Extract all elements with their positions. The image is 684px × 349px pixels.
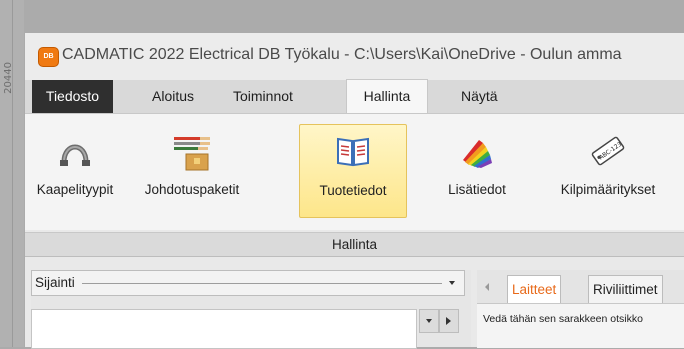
color-palette-icon [463,140,492,168]
arrow-right-icon [446,317,451,325]
title-bar: DB CADMATIC 2022 Electrical DB Työkalu -… [25,33,684,80]
window-title: CADMATIC 2022 Electrical DB Työkalu - C:… [62,46,622,63]
ribbon-button-kaapelityypit[interactable]: Kaapelityypit [25,124,125,216]
dropdown-divider [82,283,442,284]
group-by-hint: Vedä tähän sen sarakkeen otsikko [477,303,684,348]
side-ruler: 20440 [0,0,24,347]
menu-aloitus[interactable]: Aloitus [152,80,194,113]
expand-dropdown-button[interactable] [419,309,439,333]
menu-toiminnot[interactable]: Toiminnot [233,80,293,113]
menu-tiedosto[interactable]: Tiedosto [32,80,113,113]
label-tag-icon: ABC-123 [591,136,625,166]
wire-package-icon [174,137,210,171]
ruler-label: 20440 [3,62,14,94]
ribbon-button-tuotetiedot[interactable]: Tuotetiedot [299,124,407,218]
ribbon-button-label: Johdotuspaketit [144,182,240,197]
ribbon: Kaapelityypit Johdotuspaketit Tuotetiedo… [25,113,684,257]
ribbon-button-label: Kilpimääritykset [560,182,656,197]
location-tree-area[interactable] [31,309,417,349]
ribbon-button-label: Kaapelityypit [36,182,114,197]
location-panel: Sijainti [31,270,471,349]
ribbon-button-kilpimaaritykset[interactable]: ABC-123 Kilpimääritykset [539,124,677,216]
app-window: DB CADMATIC 2022 Electrical DB Työkalu -… [25,33,684,349]
menu-bar: Tiedosto Aloitus Toiminnot Hallinta Näyt… [25,79,684,114]
ruler-line [12,0,13,347]
tab-scroll-left-icon[interactable] [485,283,489,291]
ribbon-button-label: Lisätiedot [448,182,506,197]
location-dropdown-label: Sijainti [35,275,75,290]
ribbon-group-label: Hallinta [25,232,684,257]
app-logo-icon: DB [38,47,59,67]
navigate-button[interactable] [439,309,459,333]
menu-hallinta[interactable]: Hallinta [346,79,428,114]
ribbon-button-label: Tuotetiedot [319,183,387,198]
menu-nayta[interactable]: Näytä [461,80,498,113]
location-dropdown[interactable]: Sijainti [31,270,465,296]
grid-panel: Laitteet Riviliittimet Vedä tähän sen sa… [477,270,684,348]
book-icon [337,137,369,167]
tab-laitteet[interactable]: Laitteet [507,275,562,303]
ribbon-button-lisatiedot[interactable]: Lisätiedot [431,124,523,216]
cable-icon [60,144,90,166]
chevron-down-icon[interactable] [449,281,455,285]
chevron-down-icon [426,319,432,323]
ribbon-button-johdotuspaketit[interactable]: Johdotuspaketit [129,124,255,216]
tab-riviliittimet[interactable]: Riviliittimet [588,275,663,303]
